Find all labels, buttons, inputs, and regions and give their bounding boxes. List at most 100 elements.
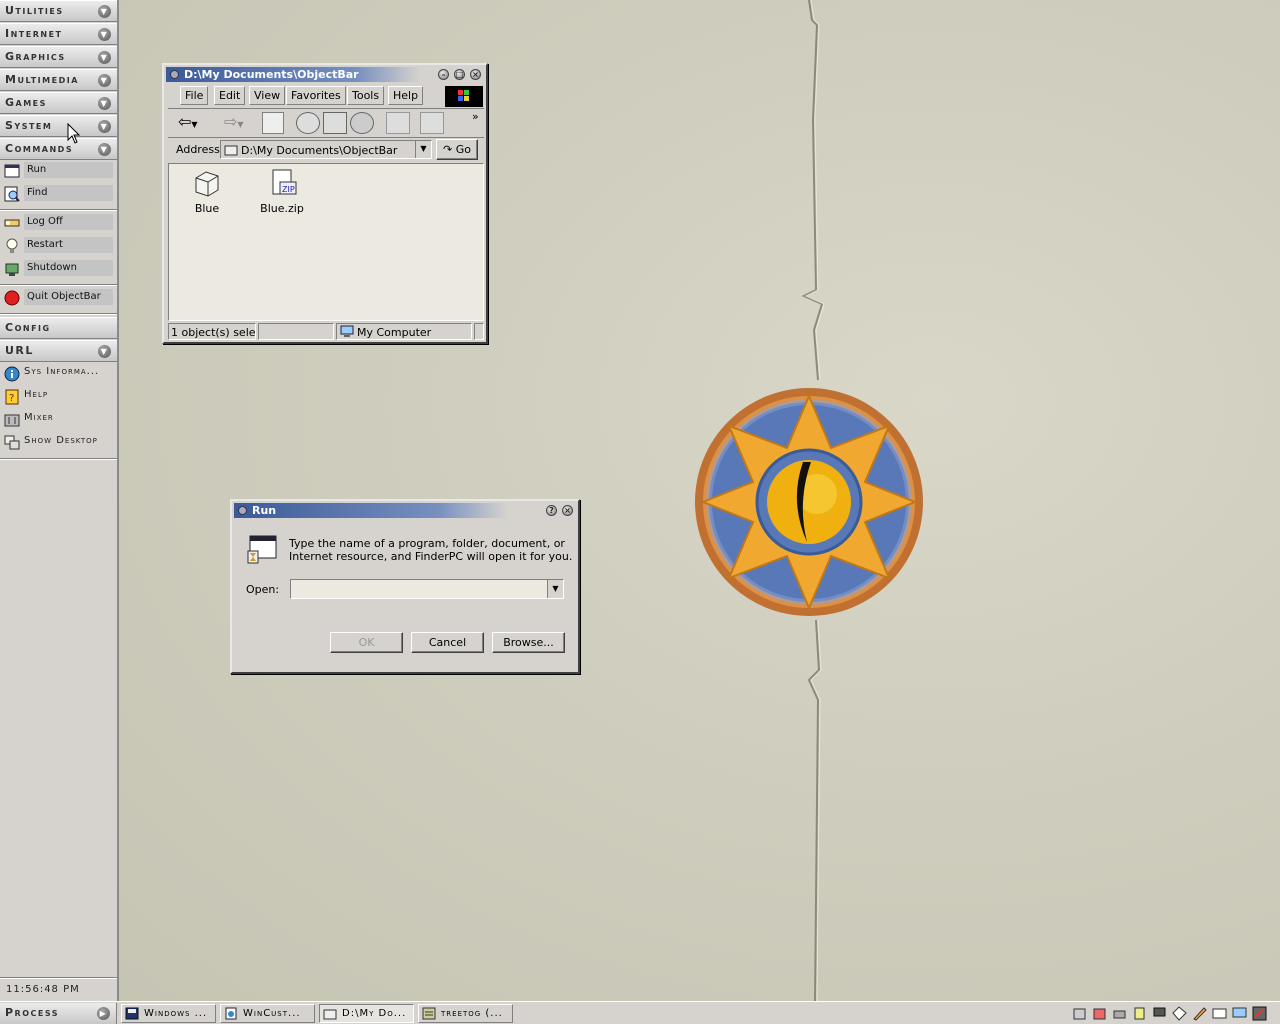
address-bar: Address D:\My Documents\ObjectBar ▼ ↷ Go bbox=[168, 139, 484, 161]
ok-button[interactable]: OK bbox=[330, 632, 403, 653]
move-to-icon[interactable] bbox=[386, 112, 410, 134]
link-sys-information[interactable]: Sys Informa... bbox=[2, 365, 115, 383]
command-log-off[interactable]: Log Off bbox=[2, 214, 115, 232]
forward-arrow-icon[interactable]: ⇨▼ bbox=[224, 112, 260, 134]
chevron-down-icon: ▼ bbox=[98, 345, 111, 358]
help-button[interactable]: ? bbox=[546, 505, 557, 516]
category-label: System bbox=[5, 119, 53, 132]
category-label: Commands bbox=[5, 142, 74, 155]
task-treetog[interactable]: treetog (... bbox=[418, 1004, 513, 1023]
category-commands[interactable]: Commands ▼ bbox=[0, 138, 117, 160]
clock: 11:56:48 PM bbox=[6, 984, 80, 995]
tray-app-icon[interactable] bbox=[1252, 1006, 1267, 1021]
svg-text:ZIP: ZIP bbox=[282, 185, 295, 194]
browse-button[interactable]: Browse... bbox=[492, 632, 565, 653]
history-icon[interactable] bbox=[350, 112, 374, 134]
browse-label: Browse... bbox=[503, 636, 554, 649]
tray-network-icon[interactable] bbox=[1092, 1006, 1107, 1021]
mouse-cursor-icon bbox=[67, 123, 81, 144]
category-games[interactable]: Games ▼ bbox=[0, 92, 117, 114]
cancel-label: Cancel bbox=[428, 636, 467, 649]
toolbar-overflow-icon[interactable]: » bbox=[472, 110, 479, 123]
red-circle-icon bbox=[4, 290, 20, 306]
file-list[interactable]: Blue ZIP Blue.zip bbox=[168, 163, 484, 321]
copy-to-icon[interactable] bbox=[420, 112, 444, 134]
link-help[interactable]: ? Help bbox=[2, 388, 115, 406]
menu-favorites[interactable]: Favorites bbox=[286, 86, 346, 105]
menu-tools[interactable]: Tools bbox=[347, 86, 385, 105]
command-run[interactable]: Run bbox=[2, 162, 115, 180]
task-label: D:\My Do... bbox=[342, 1008, 407, 1019]
menu-help[interactable]: Help bbox=[388, 86, 424, 105]
task-my-documents[interactable]: D:\My Do... bbox=[319, 1004, 414, 1023]
explorer-title-bar[interactable]: D:\My Documents\ObjectBar – □ × bbox=[166, 67, 484, 82]
tray-diamond-icon[interactable] bbox=[1172, 1006, 1187, 1021]
tray-printer-icon[interactable] bbox=[1112, 1006, 1127, 1021]
tray-mail-icon[interactable] bbox=[1212, 1006, 1227, 1021]
address-input[interactable]: D:\My Documents\ObjectBar ▼ bbox=[220, 140, 432, 159]
go-button[interactable]: ↷ Go bbox=[436, 139, 478, 160]
cancel-button[interactable]: Cancel bbox=[411, 632, 484, 653]
tray-display-icon[interactable] bbox=[1232, 1006, 1247, 1021]
dialog-title: Run bbox=[252, 504, 277, 517]
category-url[interactable]: URL ▼ bbox=[0, 340, 117, 362]
run-title-bar[interactable]: Run ? × bbox=[234, 503, 576, 518]
category-label: Games bbox=[5, 96, 47, 109]
link-show-desktop[interactable]: Show Desktop bbox=[2, 434, 115, 452]
command-shutdown[interactable]: Shutdown bbox=[2, 260, 115, 278]
file-item-blue[interactable]: Blue bbox=[187, 168, 227, 220]
menu-view[interactable]: View bbox=[249, 86, 286, 105]
file-name: Blue bbox=[194, 202, 220, 215]
resize-grip[interactable] bbox=[474, 323, 484, 340]
category-graphics[interactable]: Graphics ▼ bbox=[0, 46, 117, 68]
tray-volume-icon[interactable] bbox=[1072, 1006, 1087, 1021]
open-dropdown-icon[interactable]: ▼ bbox=[547, 580, 563, 598]
maximize-button[interactable]: □ bbox=[454, 69, 465, 80]
desktop-sun-eye-logo bbox=[695, 388, 923, 616]
category-internet[interactable]: Internet ▼ bbox=[0, 23, 117, 45]
address-dropdown-icon[interactable]: ▼ bbox=[415, 141, 431, 158]
folder-icon bbox=[195, 171, 219, 197]
go-label: Go bbox=[455, 143, 471, 156]
category-label: Config bbox=[5, 321, 51, 334]
run-program-icon bbox=[247, 535, 277, 564]
window-menu-icon[interactable] bbox=[170, 70, 179, 79]
close-button[interactable]: × bbox=[562, 505, 573, 516]
link-mixer[interactable]: Mixer bbox=[2, 411, 115, 429]
process-button[interactable]: Process ▶ bbox=[0, 1003, 117, 1024]
menu-edit[interactable]: Edit bbox=[214, 86, 246, 105]
window-menu-icon[interactable] bbox=[238, 506, 247, 515]
command-find[interactable]: Find bbox=[2, 185, 115, 203]
task-windows[interactable]: Windows ... bbox=[121, 1004, 216, 1023]
chevron-down-icon: ▼ bbox=[98, 51, 111, 64]
search-icon[interactable] bbox=[296, 112, 320, 134]
menu-file[interactable]: File bbox=[180, 86, 209, 105]
command-restart[interactable]: Restart bbox=[2, 237, 115, 255]
tray-monitor-icon[interactable] bbox=[1152, 1006, 1167, 1021]
link-label: Show Desktop bbox=[24, 435, 98, 446]
chevron-right-icon: ▶ bbox=[97, 1007, 110, 1020]
category-label: Internet bbox=[5, 27, 63, 40]
back-arrow-icon[interactable]: ⇦▼ bbox=[178, 112, 218, 134]
category-system[interactable]: System ▼ bbox=[0, 115, 117, 137]
category-config[interactable]: Config bbox=[0, 317, 117, 339]
category-utilities[interactable]: Utilities ▼ bbox=[0, 0, 117, 22]
open-input[interactable]: ▼ bbox=[290, 579, 564, 599]
task-wincust[interactable]: WinCust... bbox=[220, 1004, 315, 1023]
category-label: URL bbox=[5, 344, 34, 357]
up-folder-icon[interactable] bbox=[262, 112, 284, 134]
tray-pencil-icon[interactable] bbox=[1192, 1006, 1207, 1021]
chevron-down-icon: ▼ bbox=[98, 28, 111, 41]
category-multimedia[interactable]: Multimedia ▼ bbox=[0, 69, 117, 91]
run-dialog[interactable]: Run ? × Type the name of a program, fold… bbox=[230, 499, 580, 674]
close-button[interactable]: × bbox=[470, 69, 481, 80]
process-label: Process bbox=[5, 1006, 60, 1019]
command-quit-objectbar[interactable]: Quit ObjectBar bbox=[2, 289, 115, 307]
floppy-icon bbox=[125, 1007, 139, 1020]
magnifier-icon bbox=[4, 186, 20, 202]
file-item-blue-zip[interactable]: ZIP Blue.zip bbox=[257, 168, 307, 220]
explorer-window[interactable]: D:\My Documents\ObjectBar – □ × File Edi… bbox=[162, 63, 488, 344]
folders-icon[interactable] bbox=[323, 112, 347, 134]
minimize-button[interactable]: – bbox=[438, 69, 449, 80]
tray-notes-icon[interactable] bbox=[1132, 1006, 1147, 1021]
